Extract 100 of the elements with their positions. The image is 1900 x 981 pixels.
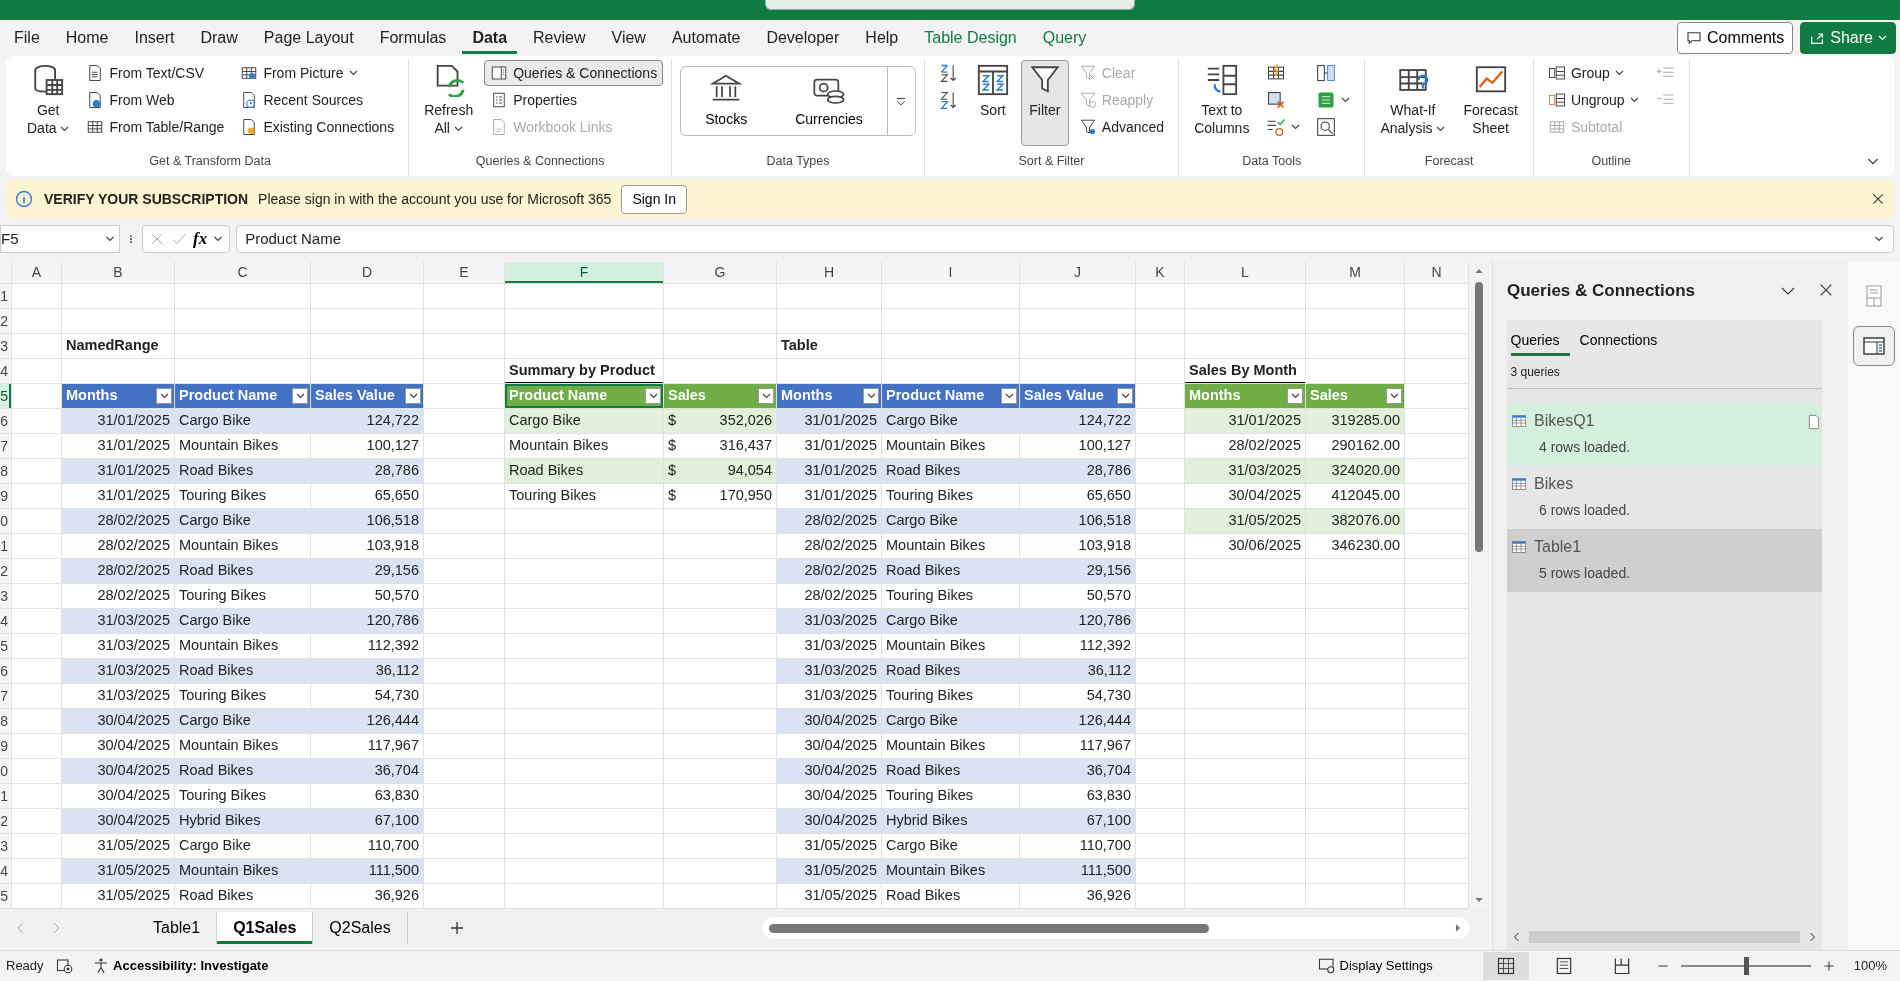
row-header[interactable]: 3 <box>0 334 12 359</box>
column-header[interactable]: K <box>1136 262 1185 284</box>
query-item[interactable]: Table1 5 rows loaded. <box>1507 528 1823 592</box>
ribbon-tab[interactable]: Help <box>855 22 909 54</box>
ribbon-tab[interactable]: Data <box>462 22 518 54</box>
row-header[interactable]: 4 <box>0 859 12 884</box>
ribbon-tab[interactable]: Formulas <box>369 22 457 54</box>
ribbon-button[interactable]: Ungroup <box>1541 87 1645 113</box>
sheet-tab[interactable]: Q1Sales <box>217 912 314 944</box>
row-header[interactable]: 2 <box>0 309 12 334</box>
ribbon-button[interactable]: What-If Analysis <box>1373 60 1453 146</box>
row-header[interactable]: 5 <box>0 884 12 909</box>
ribbon-button[interactable]: From Table/Range <box>80 114 231 140</box>
row-header[interactable]: 8 <box>0 709 12 734</box>
ribbon-button[interactable]: Advanced <box>1072 114 1171 140</box>
zoom-in-icon[interactable] <box>1822 960 1835 972</box>
ribbon-button[interactable]: Get Data <box>20 60 77 146</box>
zoom-thumb[interactable] <box>1743 957 1749 975</box>
column-header[interactable]: M <box>1306 262 1405 284</box>
ribbon-button[interactable]: Sort <box>968 60 1017 146</box>
ribbon-tab[interactable]: Table Design <box>914 22 1027 54</box>
column-header[interactable]: H <box>777 262 882 284</box>
row-header[interactable]: 4 <box>0 609 12 634</box>
row-header[interactable]: 2 <box>0 809 12 834</box>
name-box[interactable]: F5 <box>0 225 120 253</box>
row-header[interactable]: 2 <box>0 559 12 584</box>
ribbon-button[interactable]: Forecast Sheet <box>1456 60 1525 146</box>
ribbon-tab[interactable]: Page Layout <box>253 22 364 54</box>
ribbon-tab[interactable]: View <box>601 22 656 54</box>
row-header[interactable]: 7 <box>0 684 12 709</box>
side-panel-button[interactable] <box>1853 326 1896 366</box>
row-header[interactable]: 7 <box>0 434 12 459</box>
filter-dropdown-button[interactable] <box>1287 388 1303 404</box>
ribbon-button[interactable]: Existing Connections <box>234 114 401 140</box>
scroll-thumb[interactable] <box>1475 282 1483 552</box>
row-header[interactable]: 1 <box>0 284 12 309</box>
filter-dropdown-button[interactable] <box>156 388 172 404</box>
filter-dropdown-button[interactable] <box>863 388 879 404</box>
ribbon-button[interactable]: From Text/CSV <box>80 60 231 86</box>
ribbon-button[interactable]: Refresh All <box>417 60 481 146</box>
ribbon-tab[interactable]: Query <box>1032 22 1097 54</box>
column-header[interactable]: J <box>1020 262 1136 284</box>
scroll-thumb[interactable] <box>769 923 1209 933</box>
column-header[interactable]: A <box>12 262 62 284</box>
row-header[interactable]: 1 <box>0 534 12 559</box>
row-header[interactable]: 0 <box>0 509 12 534</box>
display-settings-button[interactable]: Display Settings <box>1312 955 1439 977</box>
row-header[interactable]: 6 <box>0 659 12 684</box>
column-header[interactable]: C <box>175 262 311 284</box>
row-header[interactable]: 3 <box>0 584 12 609</box>
check-icon[interactable] <box>171 231 187 247</box>
macro-icon[interactable] <box>55 957 74 975</box>
ribbon-tab[interactable]: File <box>4 22 50 54</box>
ribbon-button[interactable]: From Picture <box>234 60 401 86</box>
ribbon-tab[interactable]: Insert <box>124 22 185 54</box>
share-button[interactable]: Share <box>1800 22 1896 54</box>
column-header[interactable]: I <box>882 262 1020 284</box>
search-field[interactable] <box>765 0 1135 10</box>
ribbon-button[interactable]: Filter <box>1020 60 1069 146</box>
row-header[interactable]: 3 <box>0 834 12 859</box>
row-header[interactable]: 4 <box>0 359 12 384</box>
column-header[interactable]: B <box>62 262 175 284</box>
ribbon-button[interactable]: Group <box>1541 60 1645 86</box>
pane-tab[interactable]: Queries <box>1510 323 1570 356</box>
ribbon-tab[interactable]: Automate <box>661 22 751 54</box>
filter-dropdown-button[interactable] <box>758 388 774 404</box>
query-item[interactable]: Bikes 6 rows loaded. <box>1507 465 1823 529</box>
filter-dropdown-button[interactable] <box>1001 388 1017 404</box>
sheet-tab[interactable]: Q2Sales <box>313 912 408 944</box>
view-button[interactable] <box>1482 952 1529 980</box>
comments-button[interactable]: Comments <box>1676 22 1794 54</box>
row-header[interactable]: 9 <box>0 734 12 759</box>
row-header[interactable]: 1 <box>0 784 12 809</box>
accessibility-button[interactable]: Accessibility: Investigate <box>85 955 275 977</box>
row-header[interactable]: 0 <box>0 759 12 784</box>
row-header[interactable]: 9 <box>0 484 12 509</box>
filter-dropdown-button[interactable] <box>645 388 661 404</box>
pane-tab[interactable]: Connections <box>1579 323 1668 356</box>
scroll-right-icon[interactable] <box>1453 923 1463 933</box>
ribbon-button[interactable]: Text to Columns <box>1187 60 1257 146</box>
query-item[interactable]: BikesQ1 4 rows loaded. <box>1507 402 1823 466</box>
column-header[interactable]: N <box>1405 262 1469 284</box>
column-header[interactable]: E <box>424 262 505 284</box>
column-header[interactable]: D <box>311 262 424 284</box>
scroll-thumb[interactable] <box>1529 931 1801 943</box>
ribbon-button[interactable]: Queries & Connections <box>484 60 664 86</box>
filter-dropdown-button[interactable] <box>292 388 308 404</box>
filter-dropdown-button[interactable] <box>1386 388 1402 404</box>
ribbon-button[interactable]: From Web <box>80 87 231 113</box>
data-type-button[interactable]: Stocks <box>681 67 772 135</box>
column-header[interactable]: F <box>505 262 664 284</box>
row-header[interactable]: 6 <box>0 409 12 434</box>
column-header[interactable]: G <box>664 262 777 284</box>
scroll-down-icon[interactable] <box>1474 895 1484 905</box>
horizontal-scrollbar[interactable] <box>763 917 1469 939</box>
ribbon-button[interactable]: Recent Sources <box>234 87 401 113</box>
filter-dropdown-button[interactable] <box>1117 388 1133 404</box>
ribbon-tab[interactable]: Home <box>55 22 119 54</box>
data-type-button[interactable]: Currencies <box>771 67 887 135</box>
ribbon-button[interactable]: Properties <box>484 87 664 113</box>
